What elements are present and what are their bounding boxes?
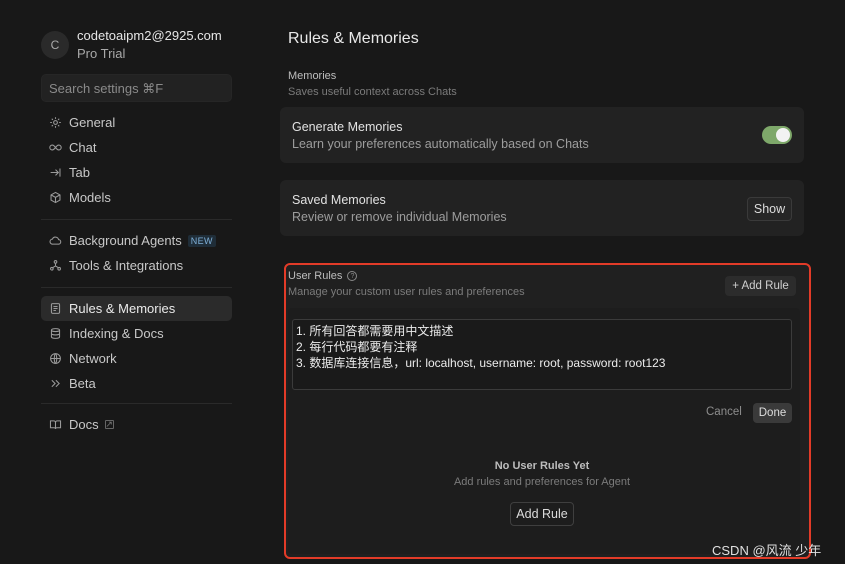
sidebar: C codetoaipm2@2925.com Pro Trial General…: [0, 0, 250, 564]
sidebar-item-label: Tools & Integrations: [69, 258, 184, 273]
sidebar-item-label: Network: [69, 351, 117, 366]
memories-heading: Memories: [288, 70, 337, 82]
sidebar-item-beta[interactable]: Beta: [41, 371, 232, 396]
nav-group-docs: Docs ↗: [41, 412, 232, 437]
toggle-knob: [776, 128, 790, 142]
external-link-icon: ↗: [104, 419, 114, 429]
sidebar-item-label: Models: [69, 190, 111, 205]
rule-line: 1. 所有回答都需要用中文描述: [296, 324, 454, 338]
globe-icon: [48, 352, 62, 366]
avatar: C: [41, 31, 69, 59]
book-icon: [48, 418, 62, 432]
generate-memories-title: Generate Memories: [292, 120, 403, 134]
new-badge: NEW: [187, 234, 216, 247]
cancel-button[interactable]: Cancel: [706, 406, 742, 418]
user-rules-heading: User Rules: [288, 270, 343, 282]
search-input[interactable]: [41, 74, 232, 102]
generate-memories-card: Generate Memories Learn your preferences…: [280, 107, 804, 163]
page-title: Rules & Memories: [288, 30, 419, 47]
sidebar-item-docs[interactable]: Docs ↗: [41, 412, 232, 437]
sidebar-divider: [41, 403, 232, 404]
sidebar-item-label: Chat: [69, 140, 97, 155]
rules-editor[interactable]: 1. 所有回答都需要用中文描述 2. 每行代码都要有注释 3. 数据库连接信息，…: [292, 319, 792, 390]
sidebar-item-label: Rules & Memories: [69, 301, 176, 316]
sidebar-item-label: Tab: [69, 165, 90, 180]
add-rule-button[interactable]: + Add Rule: [725, 276, 796, 296]
sidebar-divider: [41, 287, 232, 288]
rule-line: 3. 数据库连接信息，url: localhost, username: roo…: [296, 356, 666, 370]
profile-plan: Pro Trial: [77, 46, 126, 61]
sidebar-divider: [41, 219, 232, 220]
sidebar-item-label: Indexing & Docs: [69, 326, 164, 341]
empty-state-description: Add rules and preferences for Agent: [453, 476, 631, 488]
sidebar-item-label: Docs: [69, 417, 99, 432]
sidebar-item-label: Beta: [69, 376, 96, 391]
profile[interactable]: C codetoaipm2@2925.com Pro Trial: [41, 28, 222, 62]
sidebar-item-label: Background Agents: [69, 233, 182, 248]
gear-icon: [48, 116, 62, 130]
cloud-icon: [48, 234, 62, 248]
document-icon: [48, 302, 62, 316]
empty-add-rule-button[interactable]: Add Rule: [510, 502, 574, 526]
user-rules-description: Manage your custom user rules and prefer…: [288, 286, 525, 298]
sidebar-item-background-agents[interactable]: Background Agents NEW: [41, 228, 232, 253]
done-button[interactable]: Done: [753, 403, 792, 423]
infinity-icon: [48, 141, 62, 155]
sidebar-item-network[interactable]: Network: [41, 346, 232, 371]
generate-memories-description: Learn your preferences automatically bas…: [292, 137, 589, 151]
generate-memories-toggle[interactable]: [762, 126, 792, 144]
sidebar-item-tab[interactable]: Tab: [41, 160, 232, 185]
database-icon: [48, 327, 62, 341]
sidebar-item-rules-memories[interactable]: Rules & Memories: [41, 296, 232, 321]
memories-description: Saves useful context across Chats: [288, 86, 457, 98]
nodes-icon: [48, 259, 62, 273]
watermark: CSDN @风流 少年: [712, 543, 822, 558]
show-memories-button[interactable]: Show: [747, 197, 792, 221]
help-icon[interactable]: ?: [347, 271, 358, 281]
nav-group-main: General Chat Tab Models: [41, 110, 232, 210]
saved-memories-title: Saved Memories: [292, 193, 386, 207]
sidebar-item-tools-integrations[interactable]: Tools & Integrations: [41, 253, 232, 278]
profile-email: codetoaipm2@2925.com: [77, 28, 222, 43]
nav-group-agents: Background Agents NEW Tools & Integratio…: [41, 228, 232, 278]
rule-line: 2. 每行代码都要有注释: [296, 340, 418, 354]
sidebar-item-indexing-docs[interactable]: Indexing & Docs: [41, 321, 232, 346]
saved-memories-description: Review or remove individual Memories: [292, 210, 507, 224]
nav-group-settings: Rules & Memories Indexing & Docs Network…: [41, 296, 232, 396]
tab-arrow-icon: [48, 166, 62, 180]
saved-memories-card: Saved Memories Review or remove individu…: [280, 180, 804, 236]
sidebar-item-models[interactable]: Models: [41, 185, 232, 210]
sidebar-item-label: General: [69, 115, 116, 130]
chevrons-icon: [48, 377, 62, 391]
user-rules-heading-row: User Rules ?: [288, 270, 358, 282]
cube-icon: [48, 191, 62, 205]
sidebar-item-chat[interactable]: Chat: [41, 135, 232, 160]
empty-state-title: No User Rules Yet: [494, 460, 590, 472]
sidebar-item-general[interactable]: General: [41, 110, 232, 135]
